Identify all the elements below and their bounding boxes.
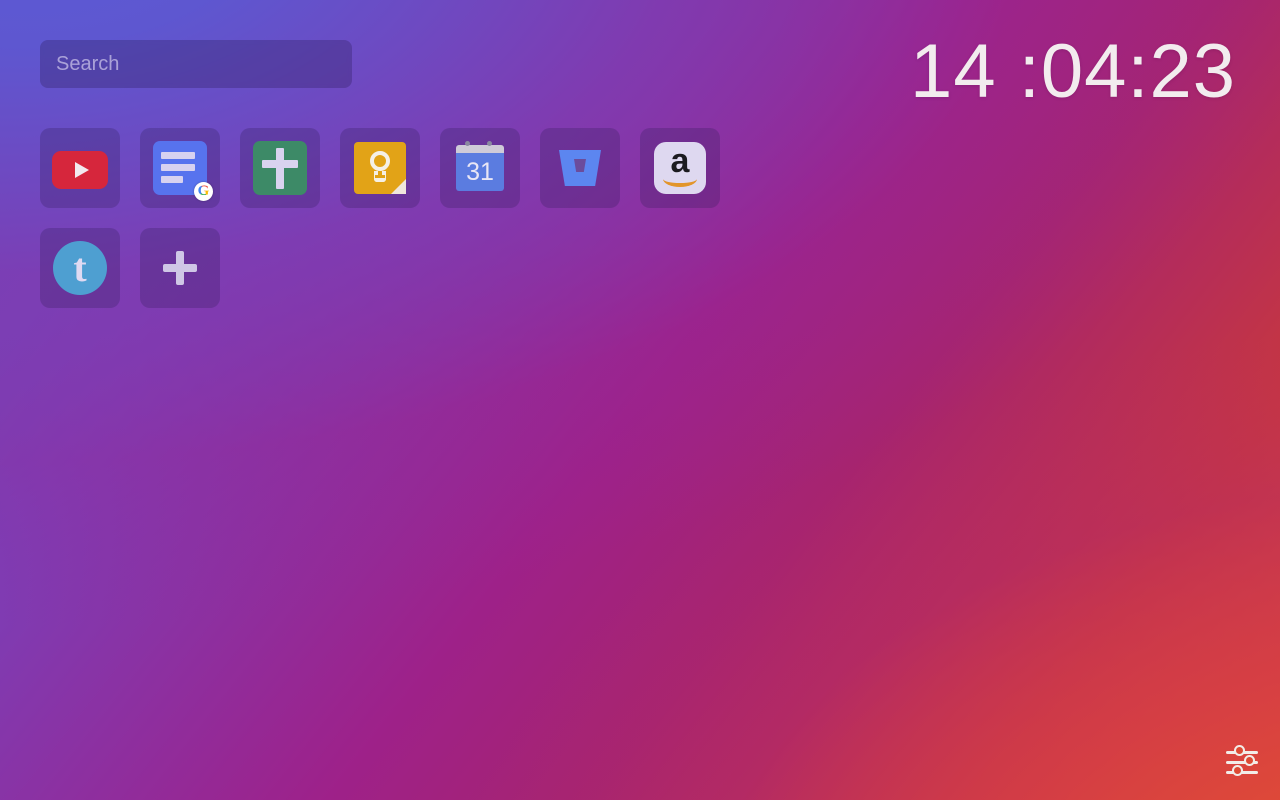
youtube-icon	[51, 139, 109, 197]
search-input[interactable]	[40, 40, 352, 88]
clock: 14 :04:23	[910, 29, 1236, 114]
google-g-badge: G	[194, 182, 213, 201]
google-g-letter: G	[197, 183, 210, 199]
app-tile-google-keep[interactable]	[340, 128, 420, 208]
app-tile-youtube[interactable]	[40, 128, 120, 208]
google-keep-icon	[351, 139, 409, 197]
app-grid: G 31 a t	[40, 128, 740, 328]
amazon-icon: a	[651, 139, 709, 197]
tumblr-letter: t	[73, 245, 87, 290]
google-calendar-icon: 31	[451, 139, 509, 197]
calendar-day-number: 31	[456, 153, 504, 191]
app-tile-google-calendar[interactable]: 31	[440, 128, 520, 208]
green-cross-icon	[251, 139, 309, 197]
settings-button[interactable]	[1226, 745, 1258, 778]
google-docs-icon: G	[151, 139, 213, 201]
bitbucket-icon	[551, 139, 609, 197]
app-tile-green-cross[interactable]	[240, 128, 320, 208]
app-tile-amazon[interactable]: a	[640, 128, 720, 208]
app-tile-google-docs[interactable]: G	[140, 128, 220, 208]
search-row	[40, 40, 352, 88]
add-shortcut-button[interactable]	[140, 228, 220, 308]
app-tile-bitbucket[interactable]	[540, 128, 620, 208]
desktop-background: 14 :04:23 G	[0, 0, 1280, 800]
tumblr-icon: t	[51, 239, 109, 297]
app-tile-tumblr[interactable]: t	[40, 228, 120, 308]
plus-icon	[151, 239, 209, 297]
